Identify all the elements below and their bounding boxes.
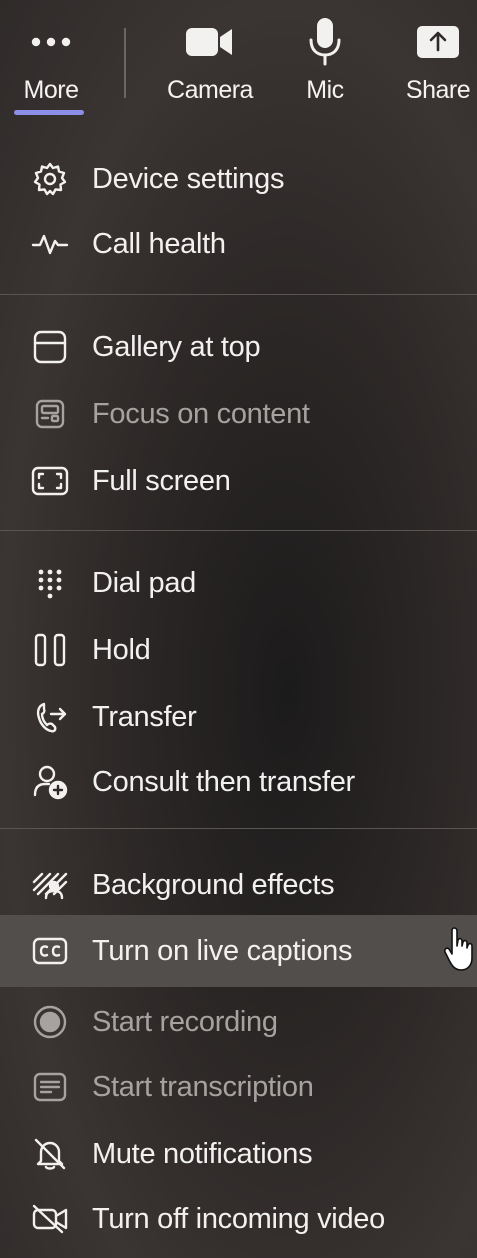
menu-divider [0,530,477,531]
menu-item-label: Start recording [92,1005,278,1038]
focus-content-icon [30,394,70,434]
menu-item-consult-then-transfer[interactable]: Consult then transfer [0,753,477,811]
pause-icon [30,630,70,670]
background-effects-icon [30,865,70,905]
menu-item-label: Focus on content [92,397,310,430]
menu-item-label: Background effects [92,868,335,901]
mic-icon [308,18,342,66]
transfer-icon [30,697,70,737]
full-screen-icon [30,461,70,501]
hand-cursor-icon [444,926,476,977]
menu-item-turn-off-incoming-video[interactable]: Turn off incoming video [0,1190,477,1248]
share-label: Share [405,76,471,104]
add-person-icon [30,762,70,802]
bell-off-icon [30,1134,70,1174]
menu-item-label: Start transcription [92,1070,314,1103]
menu-item-mute-notifications[interactable]: Mute notifications [0,1125,477,1183]
menu-item-label: Turn off incoming video [92,1202,385,1235]
menu-item-label: Device settings [92,162,285,195]
camera-icon [186,18,234,66]
gear-icon [30,159,70,199]
menu-item-transfer[interactable]: Transfer [0,688,477,746]
more-button[interactable]: More [16,18,86,105]
menu-item-label: Consult then transfer [92,765,355,798]
menu-divider [0,294,477,295]
menu-item-call-health[interactable]: Call health [0,215,477,273]
video-off-icon [30,1199,70,1239]
menu-item-label: Turn on live captions [92,934,353,967]
menu-item-full-screen[interactable]: Full screen [0,452,477,510]
camera-label: Camera [167,76,253,104]
menu-item-label: Full screen [92,464,231,497]
menu-item-gallery-at-top[interactable]: Gallery at top [0,318,477,376]
camera-button[interactable]: Camera [160,18,260,105]
pulse-icon [30,224,70,264]
menu-item-start-recording: Start recording [0,993,477,1051]
menu-item-dial-pad[interactable]: Dial pad [0,554,477,612]
mic-label: Mic [306,76,344,104]
transcript-icon [30,1067,70,1107]
share-button[interactable]: Share [400,18,476,105]
menu-item-background-effects[interactable]: Background effects [0,856,477,914]
call-toolbar: More Camera Mic Share [0,0,477,130]
menu-divider [0,828,477,829]
menu-item-start-transcription: Start transcription [0,1058,477,1116]
menu-item-label: Mute notifications [92,1137,313,1170]
menu-item-hold[interactable]: Hold [0,621,477,679]
share-icon [416,18,460,66]
toolbar-divider [124,28,126,98]
menu-item-label: Transfer [92,700,197,733]
closed-captions-icon [30,931,70,971]
menu-item-label: Gallery at top [92,330,261,363]
menu-item-focus-on-content: Focus on content [0,385,477,443]
more-icon [31,18,71,66]
gallery-at-top-icon [30,327,70,367]
record-icon [30,1002,70,1042]
active-tab-indicator [14,110,84,115]
more-label: More [23,76,79,104]
mic-button[interactable]: Mic [290,18,360,105]
menu-item-label: Call health [92,227,226,260]
menu-item-turn-on-live-captions[interactable]: Turn on live captions [0,915,477,987]
menu-item-device-settings[interactable]: Device settings [0,150,477,208]
menu-item-label: Hold [92,633,151,666]
menu-item-label: Dial pad [92,566,196,599]
more-actions-panel: More Camera Mic Share Device settings Ca… [0,0,477,1258]
dial-pad-icon [30,563,70,603]
